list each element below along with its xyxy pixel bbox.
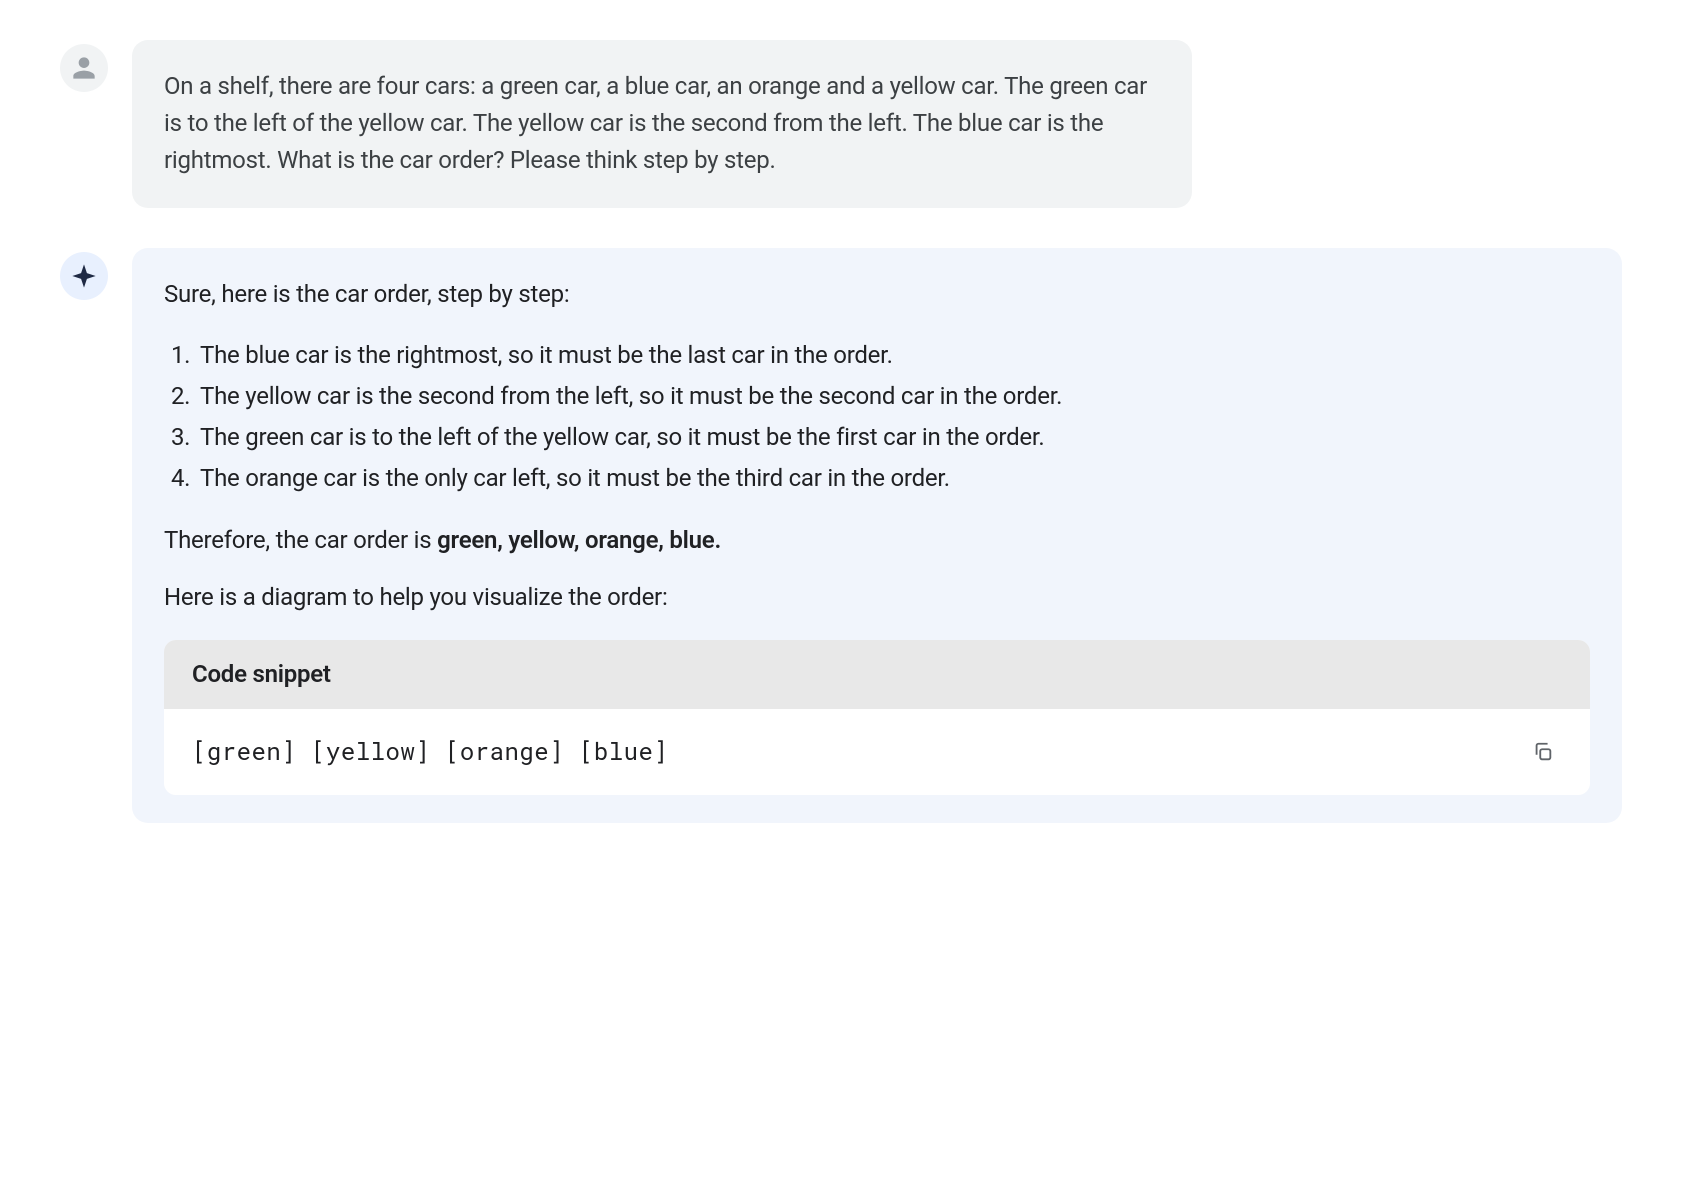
list-item: The orange car is the only car left, so … [196, 460, 1590, 497]
user-avatar-icon [60, 44, 108, 92]
copy-icon [1532, 741, 1554, 763]
code-snippet-header: Code snippet [164, 640, 1590, 709]
copy-button[interactable] [1524, 733, 1562, 771]
assistant-steps-list: The blue car is the rightmost, so it mus… [196, 337, 1590, 498]
assistant-intro: Sure, here is the car order, step by ste… [164, 276, 1590, 313]
assistant-conclusion: Therefore, the car order is green, yello… [164, 522, 1590, 559]
code-snippet-body: [green] [yellow] [orange] [blue] [164, 709, 1590, 795]
list-item: The blue car is the rightmost, so it mus… [196, 337, 1590, 374]
conclusion-bold: green, yellow, orange, blue. [437, 526, 721, 554]
user-message-bubble: On a shelf, there are four cars: a green… [132, 40, 1192, 208]
assistant-diagram-text: Here is a diagram to help you visualize … [164, 579, 1590, 616]
user-message-text: On a shelf, there are four cars: a green… [164, 72, 1147, 174]
list-item: The yellow car is the second from the le… [196, 378, 1590, 415]
assistant-message-row: Sure, here is the car order, step by ste… [60, 248, 1622, 824]
list-item: The green car is to the left of the yell… [196, 419, 1590, 456]
conclusion-prefix: Therefore, the car order is [164, 526, 437, 554]
code-snippet-block: Code snippet [green] [yellow] [orange] [… [164, 640, 1590, 795]
assistant-message-bubble: Sure, here is the car order, step by ste… [132, 248, 1622, 824]
user-message-row: On a shelf, there are four cars: a green… [60, 40, 1622, 208]
code-content: [green] [yellow] [orange] [blue] [192, 733, 668, 770]
bard-avatar-icon [60, 252, 108, 300]
